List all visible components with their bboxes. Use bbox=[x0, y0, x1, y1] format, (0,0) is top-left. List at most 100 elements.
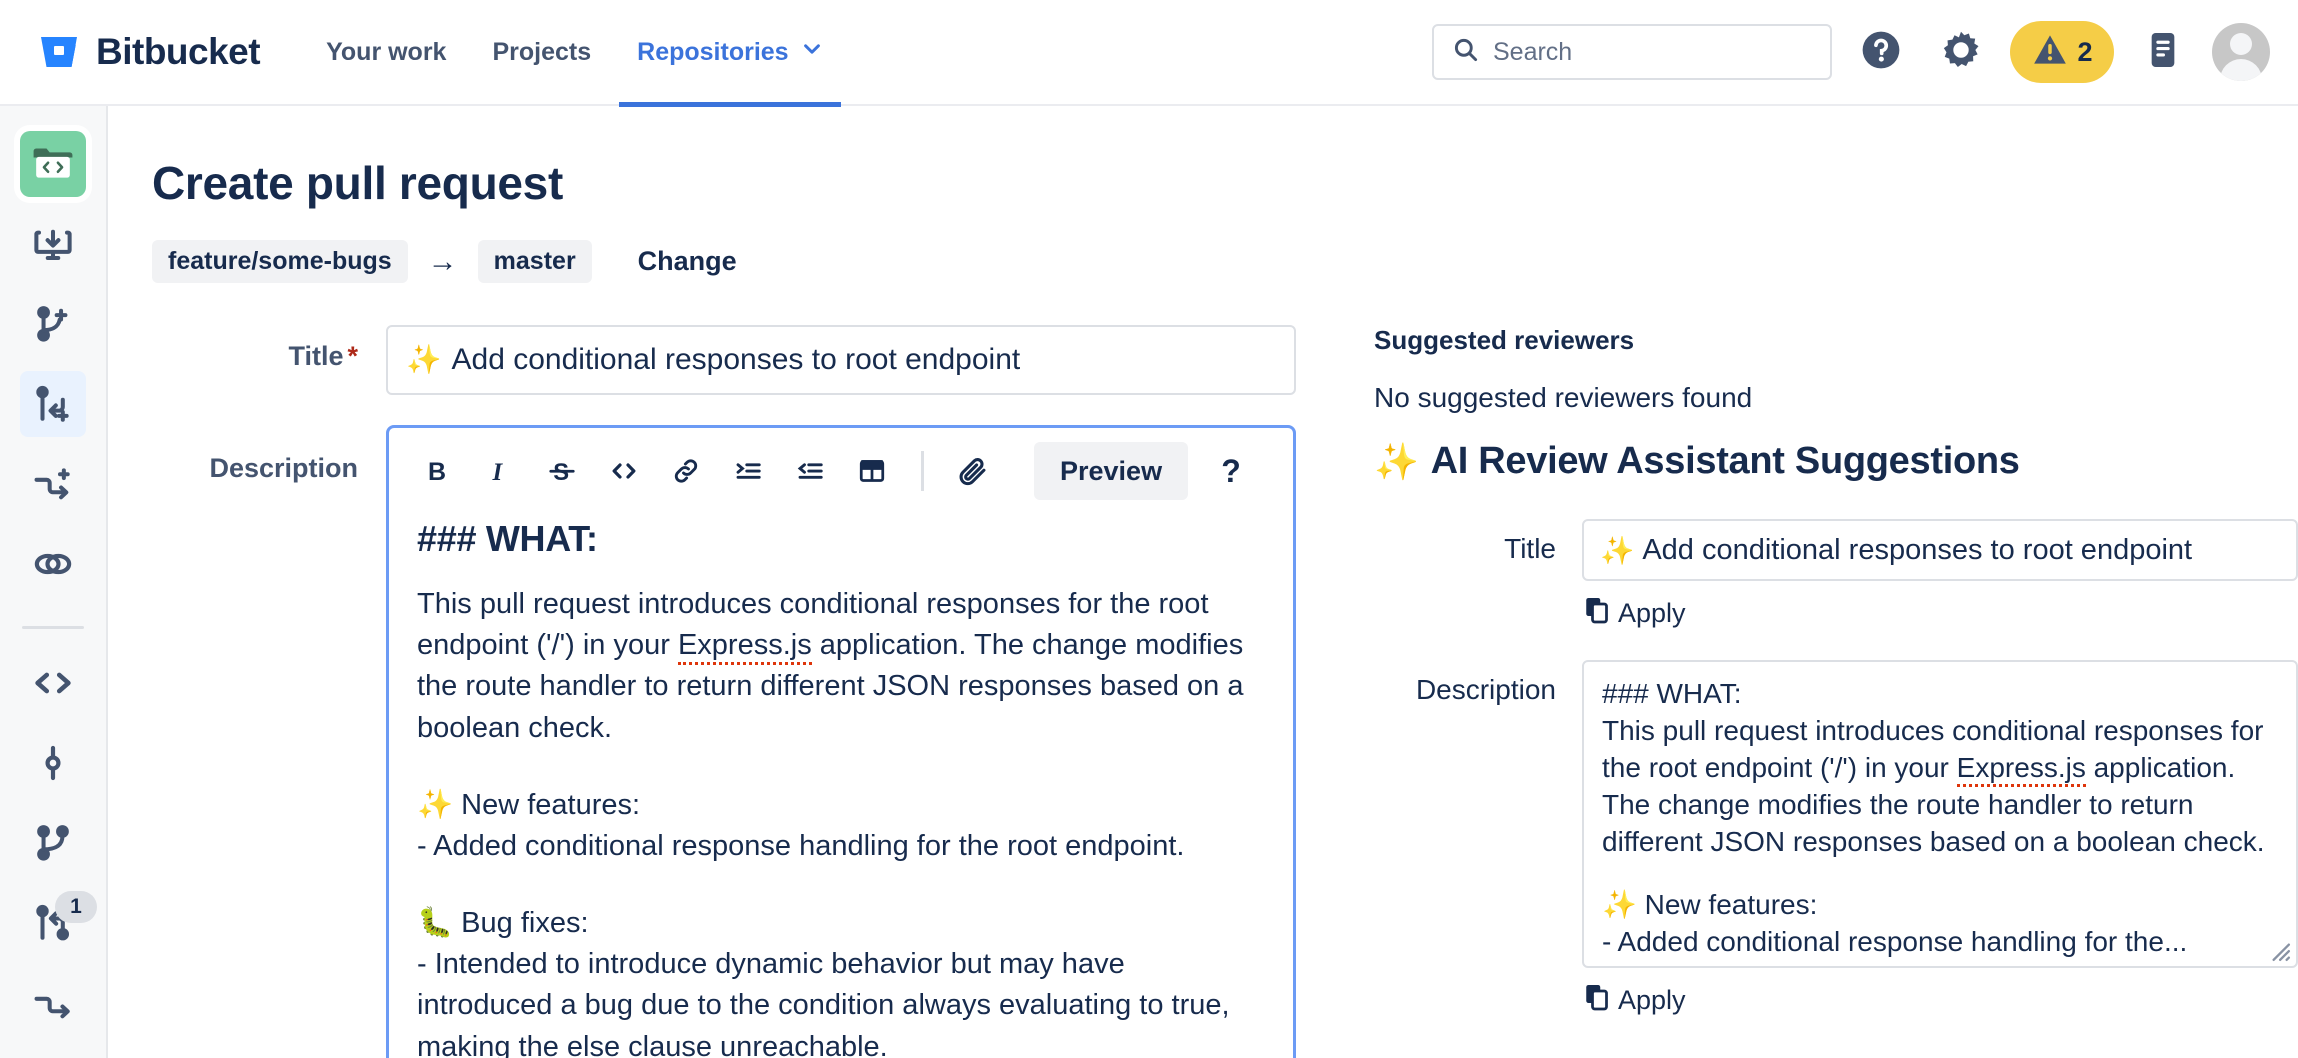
notifications-button[interactable] bbox=[2132, 21, 2194, 83]
preview-button[interactable]: Preview bbox=[1034, 442, 1188, 500]
sidebar-item-pull-requests[interactable]: 1 bbox=[0, 883, 107, 963]
arrow-right-icon: → bbox=[428, 245, 458, 279]
sidebar-item-branches[interactable] bbox=[0, 803, 107, 883]
primary-nav: Your work Projects Repositories bbox=[308, 0, 841, 105]
ai-title-column: ✨ Add conditional responses to root endp… bbox=[1582, 519, 2298, 632]
description-label: Description bbox=[108, 425, 386, 484]
link-button[interactable] bbox=[655, 442, 717, 500]
pr-title-input[interactable]: ✨ Add conditional responses to root endp… bbox=[386, 325, 1296, 395]
editor-help-button[interactable]: ? bbox=[1202, 442, 1260, 500]
nav-item-your-work[interactable]: Your work bbox=[308, 0, 464, 105]
ai-suggested-title-value: Add conditional responses to root endpoi… bbox=[1642, 534, 2192, 567]
sidebar-item-repository-avatar[interactable] bbox=[0, 124, 107, 204]
repo-code-folder-icon bbox=[20, 131, 86, 197]
source-branch-chip[interactable]: feature/some-bugs bbox=[152, 240, 408, 283]
search-icon bbox=[1452, 36, 1479, 68]
ai-description-row: Description ### WHAT: This pull request … bbox=[1374, 660, 2298, 1019]
gear-icon bbox=[1940, 29, 1982, 76]
ai-description-label: Description bbox=[1374, 660, 1582, 706]
app-shell: 1 Create pull request feature/some-bugs … bbox=[0, 106, 2298, 1058]
table-button[interactable] bbox=[841, 442, 903, 500]
attach-button[interactable] bbox=[942, 442, 1004, 500]
settings-button[interactable] bbox=[1930, 21, 1992, 83]
apply-title-button[interactable]: Apply bbox=[1582, 595, 1686, 632]
nav-label: Repositories bbox=[637, 38, 788, 67]
suggested-reviewers-empty: No suggested reviewers found bbox=[1374, 382, 2298, 414]
suggestions-panel: Suggested reviewers No suggested reviewe… bbox=[1348, 325, 2298, 1058]
pipeline-arrow-icon bbox=[20, 970, 86, 1036]
apply-description-button[interactable]: Apply bbox=[1582, 982, 1686, 1019]
code-angle-brackets-icon bbox=[20, 650, 86, 716]
strikethrough-button[interactable]: S bbox=[531, 442, 593, 500]
ai-title-label: Title bbox=[1374, 519, 1582, 565]
clone-download-icon bbox=[20, 211, 86, 277]
nav-label: Projects bbox=[492, 38, 591, 67]
pull-request-plus-icon bbox=[20, 371, 86, 437]
sidebar-item-create-pull-request[interactable] bbox=[0, 364, 107, 444]
title-form-row: Title* ✨ Add conditional responses to ro… bbox=[108, 325, 1348, 395]
ai-desc-features: ✨ New features: bbox=[1602, 887, 2278, 924]
description-bugs-heading: 🐛 Bug fixes: bbox=[417, 903, 1265, 944]
ai-suggested-title-input[interactable]: ✨ Add conditional responses to root endp… bbox=[1582, 519, 2298, 581]
ai-heading-label: AI Review Assistant Suggestions bbox=[1431, 440, 2020, 483]
alerts-button[interactable]: 2 bbox=[2010, 21, 2114, 83]
sidebar-item-clone-repository[interactable] bbox=[0, 204, 107, 284]
sparkles-icon: ✨ bbox=[1600, 534, 1634, 567]
editor-toolbar: B I S bbox=[389, 428, 1293, 510]
description-editor-body[interactable]: ### WHAT: This pull request introduces c… bbox=[389, 510, 1293, 1058]
pull-requests-badge: 1 bbox=[55, 891, 97, 923]
apply-title-label: Apply bbox=[1618, 598, 1686, 629]
bitbucket-logo-icon bbox=[38, 31, 80, 73]
change-branches-button[interactable]: Change bbox=[638, 246, 737, 277]
nav-item-repositories[interactable]: Repositories bbox=[619, 0, 840, 105]
description-features-heading: ✨ New features: bbox=[417, 785, 1265, 826]
ai-description-column: ### WHAT: This pull request introduces c… bbox=[1582, 660, 2298, 1019]
sidebar-item-pipelines[interactable] bbox=[0, 963, 107, 1043]
bitbucket-brand[interactable]: Bitbucket bbox=[38, 31, 260, 73]
notifications-icon bbox=[2143, 30, 2183, 75]
search-placeholder: Search bbox=[1493, 38, 1572, 67]
description-heading: ### WHAT: bbox=[417, 518, 1265, 560]
italic-button[interactable]: I bbox=[469, 442, 531, 500]
sparkles-icon: ✨ bbox=[1374, 441, 1419, 483]
brand-name: Bitbucket bbox=[96, 31, 260, 73]
ai-desc-features-item: - Added conditional response handling fo… bbox=[1602, 924, 2278, 961]
toolbar-divider bbox=[921, 451, 924, 491]
ai-desc-heading: ### WHAT: bbox=[1602, 676, 2278, 713]
sidebar-item-create-branch[interactable] bbox=[0, 284, 107, 364]
svg-text:I: I bbox=[492, 459, 504, 486]
header-actions: Search 2 bbox=[1432, 21, 2270, 83]
resize-grip-icon[interactable] bbox=[2265, 936, 2291, 962]
page-title: Create pull request bbox=[152, 156, 2298, 210]
sidebar-item-source[interactable] bbox=[0, 643, 107, 723]
branches-icon bbox=[20, 810, 86, 876]
required-indicator: * bbox=[347, 341, 358, 371]
title-label: Title* bbox=[108, 325, 386, 372]
apply-description-label: Apply bbox=[1618, 985, 1686, 1016]
sidebar-divider bbox=[22, 626, 84, 629]
ai-review-assistant-heading: ✨ AI Review Assistant Suggestions bbox=[1374, 440, 2298, 483]
description-features-item: - Added conditional response handling fo… bbox=[417, 826, 1265, 867]
indent-button[interactable] bbox=[717, 442, 779, 500]
commit-node-icon bbox=[20, 730, 86, 796]
branch-plus-icon bbox=[20, 291, 86, 357]
copy-icon bbox=[1582, 595, 1612, 632]
sidebar-item-compare-branches[interactable] bbox=[0, 524, 107, 604]
sidebar-item-commits[interactable] bbox=[0, 723, 107, 803]
commit-plus-icon bbox=[20, 451, 86, 517]
code-button[interactable] bbox=[593, 442, 655, 500]
ai-title-row: Title ✨ Add conditional responses to roo… bbox=[1374, 519, 2298, 632]
help-button[interactable] bbox=[1850, 21, 1912, 83]
ai-suggested-description-textarea[interactable]: ### WHAT: This pull request introduces c… bbox=[1582, 660, 2298, 968]
description-editor[interactable]: B I S bbox=[386, 425, 1296, 1058]
bold-button[interactable]: B bbox=[407, 442, 469, 500]
top-navigation-bar: Bitbucket Your work Projects Repositorie… bbox=[0, 0, 2298, 106]
destination-branch-chip[interactable]: master bbox=[478, 240, 592, 283]
outdent-button[interactable] bbox=[779, 442, 841, 500]
sidebar-item-create-commit[interactable] bbox=[0, 444, 107, 524]
branch-selector-row: feature/some-bugs → master Change bbox=[152, 240, 2298, 283]
nav-item-projects[interactable]: Projects bbox=[474, 0, 609, 105]
user-avatar[interactable] bbox=[2212, 23, 2270, 81]
nav-label: Your work bbox=[326, 38, 446, 67]
search-input[interactable]: Search bbox=[1432, 24, 1832, 80]
